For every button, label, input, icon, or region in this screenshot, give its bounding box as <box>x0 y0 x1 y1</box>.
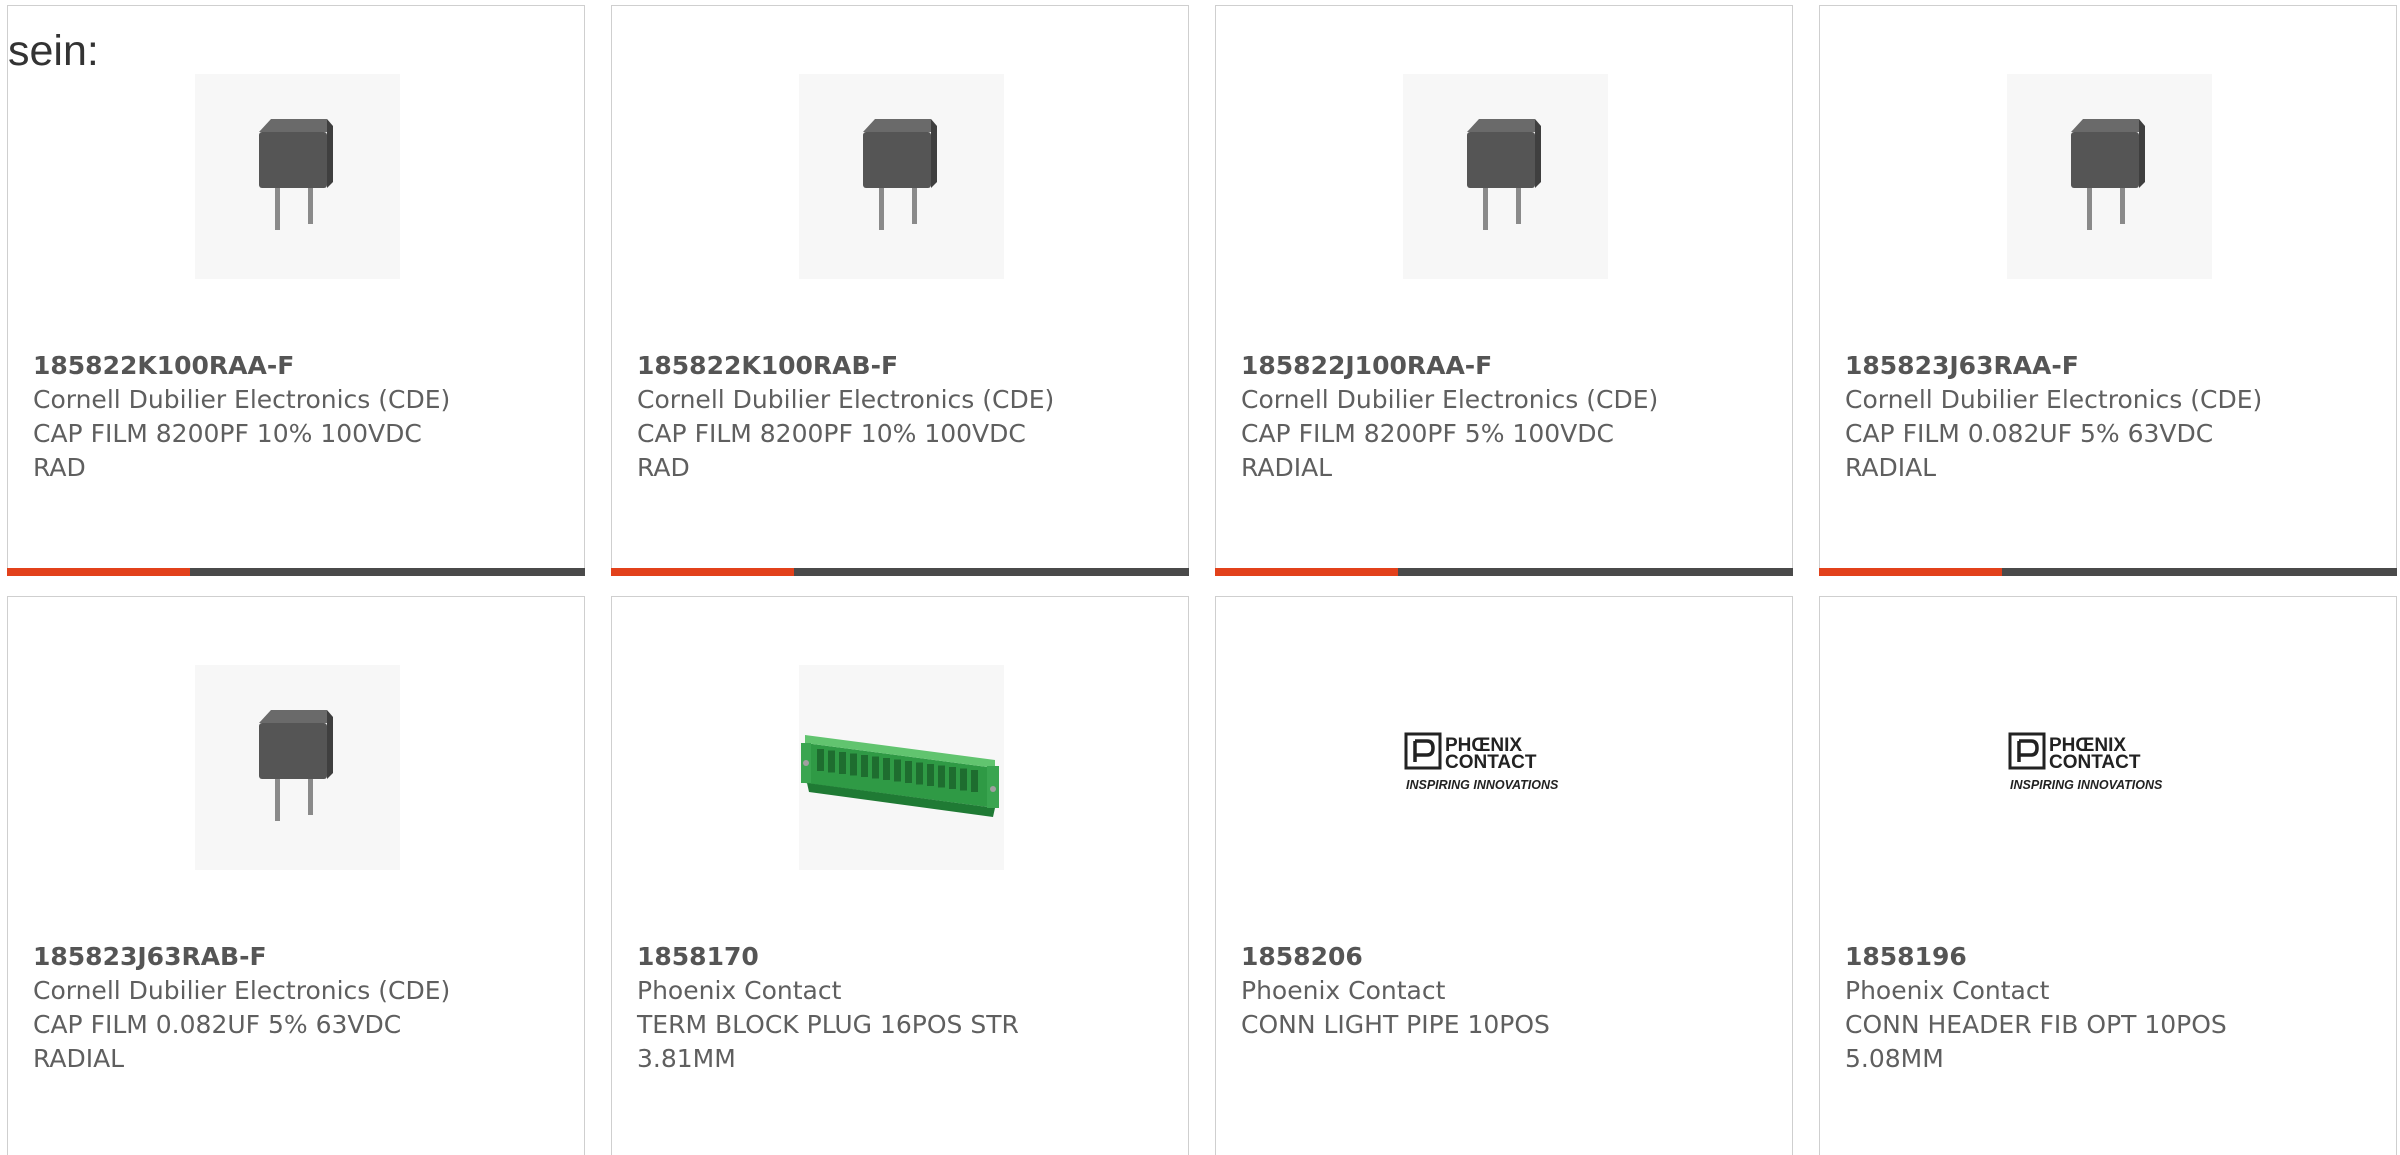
part-number-link[interactable]: 1858196 <box>1845 940 2365 974</box>
part-number-link[interactable]: 185822K100RAA-F <box>33 349 553 383</box>
product-description: CAP FILM 0.082UF 5% 63VDC RADIAL <box>33 1010 402 1073</box>
product-card[interactable]: 185823J63RAA-F Cornell Dubilier Electron… <box>1819 5 2397 576</box>
product-image <box>1403 74 1608 279</box>
product-info: 185822J100RAA-F Cornell Dubilier Electro… <box>1241 349 1761 485</box>
product-card[interactable]: 185823J63RAB-F Cornell Dubilier Electron… <box>7 596 585 1155</box>
part-number-link[interactable]: 185822K100RAB-F <box>637 349 1157 383</box>
product-card[interactable]: 185822K100RAB-F Cornell Dubilier Electro… <box>611 5 1189 576</box>
film-capacitor-icon <box>1467 119 1541 230</box>
product-card[interactable]: PHŒNIX CONTACT INSPIRING INNOVATIONS 185… <box>1819 596 2397 1155</box>
card-accent-bar <box>611 568 1189 576</box>
product-card[interactable]: 1858170 Phoenix Contact TERM BLOCK PLUG … <box>611 596 1189 1155</box>
part-number-link[interactable]: 185822J100RAA-F <box>1241 349 1761 383</box>
manufacturer-name: Cornell Dubilier Electronics (CDE) <box>33 385 451 414</box>
product-card[interactable]: PHŒNIX CONTACT INSPIRING INNOVATIONS 185… <box>1215 596 1793 1155</box>
product-info: 185822K100RAA-F Cornell Dubilier Electro… <box>33 349 553 485</box>
manufacturer-name: Phoenix Contact <box>637 976 842 1005</box>
film-capacitor-icon <box>259 119 333 230</box>
manufacturer-name: Phoenix Contact <box>1241 976 1446 1005</box>
manufacturer-name: Cornell Dubilier Electronics (CDE) <box>1845 385 2263 414</box>
product-info: 185823J63RAA-F Cornell Dubilier Electron… <box>1845 349 2365 485</box>
product-info: 185822K100RAB-F Cornell Dubilier Electro… <box>637 349 1157 485</box>
product-image <box>799 74 1004 279</box>
product-description: CONN LIGHT PIPE 10POS <box>1241 1010 1550 1039</box>
svg-text:CONTACT: CONTACT <box>1445 752 1537 773</box>
intro-text: sein: <box>8 27 99 75</box>
product-image <box>195 665 400 870</box>
svg-text:INSPIRING INNOVATIONS: INSPIRING INNOVATIONS <box>2010 778 2163 792</box>
manufacturer-name: Cornell Dubilier Electronics (CDE) <box>33 976 451 1005</box>
manufacturer-name: Cornell Dubilier Electronics (CDE) <box>1241 385 1659 414</box>
manufacturer-name: Phoenix Contact <box>1845 976 2050 1005</box>
product-image: PHŒNIX CONTACT INSPIRING INNOVATIONS <box>2007 665 2212 870</box>
film-capacitor-icon <box>259 710 333 821</box>
product-card[interactable]: 185822J100RAA-F Cornell Dubilier Electro… <box>1215 5 1793 576</box>
part-number-link[interactable]: 1858170 <box>637 940 1157 974</box>
card-accent-bar <box>7 568 585 576</box>
product-description: CONN HEADER FIB OPT 10POS 5.08MM <box>1845 1010 2227 1073</box>
film-capacitor-icon <box>2071 119 2145 230</box>
product-card[interactable]: 185822K100RAA-F Cornell Dubilier Electro… <box>7 5 585 576</box>
phoenix-contact-logo-icon: PHŒNIX CONTACT INSPIRING INNOVATIONS <box>1404 732 1559 792</box>
part-number-link[interactable]: 185823J63RAA-F <box>1845 349 2365 383</box>
card-accent-bar <box>1819 568 2397 576</box>
product-description: CAP FILM 8200PF 5% 100VDC RADIAL <box>1241 419 1614 482</box>
card-accent-bar <box>1215 568 1793 576</box>
part-number-link[interactable]: 1858206 <box>1241 940 1761 974</box>
product-image: PHŒNIX CONTACT INSPIRING INNOVATIONS <box>1403 665 1608 870</box>
film-capacitor-icon <box>863 119 937 230</box>
svg-text:INSPIRING INNOVATIONS: INSPIRING INNOVATIONS <box>1406 778 1559 792</box>
product-description: TERM BLOCK PLUG 16POS STR 3.81MM <box>637 1010 1019 1073</box>
product-description: CAP FILM 8200PF 10% 100VDC RAD <box>637 419 1026 482</box>
product-image <box>2007 74 2212 279</box>
manufacturer-name: Cornell Dubilier Electronics (CDE) <box>637 385 1055 414</box>
product-info: 1858170 Phoenix Contact TERM BLOCK PLUG … <box>637 940 1157 1076</box>
phoenix-contact-logo-icon: PHŒNIX CONTACT INSPIRING INNOVATIONS <box>2008 732 2163 792</box>
product-description: CAP FILM 0.082UF 5% 63VDC RADIAL <box>1845 419 2214 482</box>
svg-text:CONTACT: CONTACT <box>2049 752 2141 773</box>
product-info: 1858206 Phoenix Contact CONN LIGHT PIPE … <box>1241 940 1761 1042</box>
terminal-block-icon <box>801 735 999 817</box>
product-image <box>799 665 1004 870</box>
product-image <box>195 74 400 279</box>
part-number-link[interactable]: 185823J63RAB-F <box>33 940 553 974</box>
product-grid-page: sein: 185822K100RAA-F Cornell Dubilier E… <box>0 0 2400 1155</box>
product-description: CAP FILM 8200PF 10% 100VDC RAD <box>33 419 422 482</box>
product-info: 1858196 Phoenix Contact CONN HEADER FIB … <box>1845 940 2365 1076</box>
product-info: 185823J63RAB-F Cornell Dubilier Electron… <box>33 940 553 1076</box>
